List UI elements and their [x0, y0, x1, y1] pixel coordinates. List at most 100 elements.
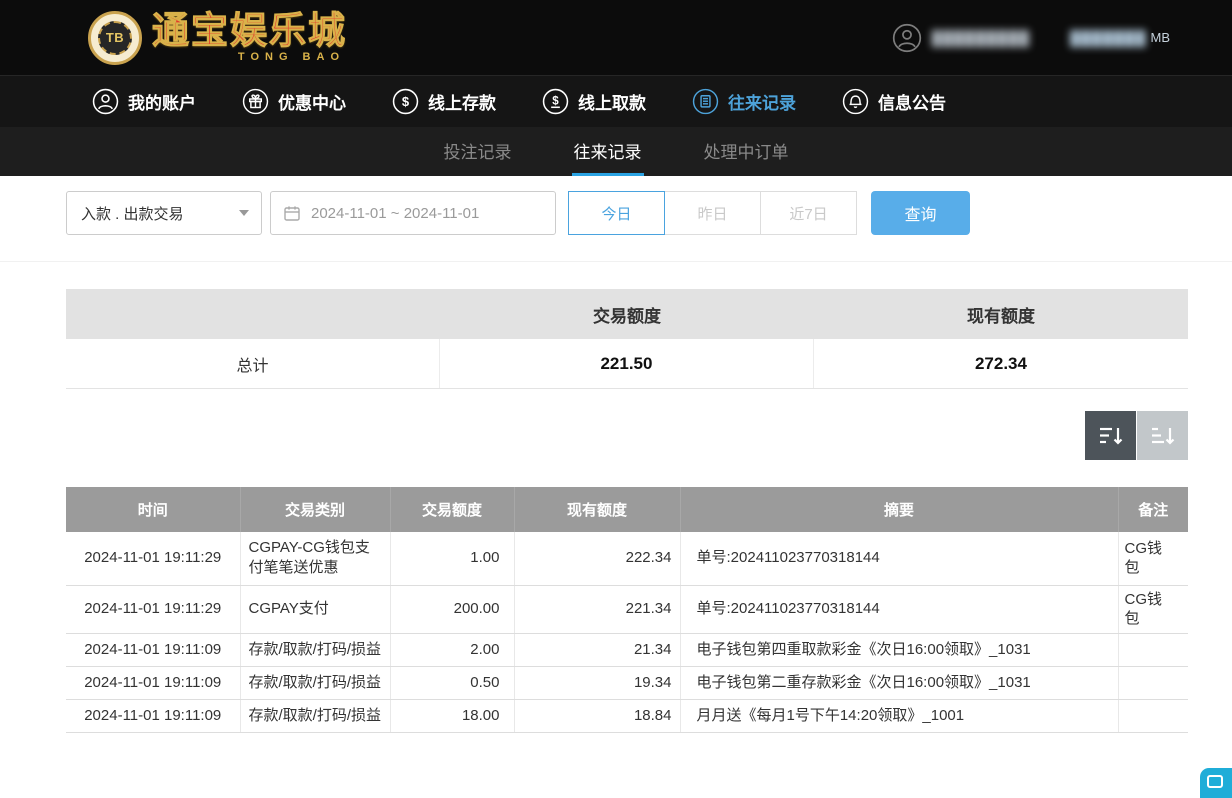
- summary-transaction-total: 221.50: [440, 339, 814, 388]
- table-row: 2024-11-01 19:11:29 CGPAY支付 200.00 221.3…: [66, 585, 1188, 633]
- cell-amount: 18.00: [390, 700, 514, 733]
- cell-note: [1118, 700, 1188, 733]
- cell-note: CG钱包: [1118, 532, 1188, 585]
- tab-bet-records[interactable]: 投注记录: [442, 127, 514, 176]
- redacted-username: █████████: [932, 30, 1030, 46]
- service-icon: [1207, 775, 1223, 788]
- cell-type: 存款/取款/打码/损益: [240, 666, 390, 699]
- table-row: 2024-11-01 19:11:09 存款/取款/打码/损益 0.50 19.…: [66, 666, 1188, 699]
- cell-summary: 月月送《每月1号下午14:20领取》_1001: [680, 700, 1118, 733]
- col-header-amount: 交易额度: [390, 487, 514, 532]
- brand-logo: TB 通宝娱乐城 TONG BAO: [88, 11, 347, 65]
- cell-summary: 单号:202411023770318144: [680, 585, 1118, 633]
- cell-summary: 电子钱包第四重取款彩金《次日16:00领取》_1031: [680, 633, 1118, 666]
- cell-amount: 1.00: [390, 532, 514, 585]
- summary-total-label: 总计: [66, 339, 440, 388]
- cell-summary: 电子钱包第二重存款彩金《次日16:00领取》_1031: [680, 666, 1118, 699]
- cell-note: [1118, 666, 1188, 699]
- svg-text:$: $: [402, 94, 410, 109]
- nav-item-online-withdraw[interactable]: $ 线上取款: [542, 88, 646, 115]
- summary-balance-total: 272.34: [814, 339, 1188, 388]
- cell-balance: 21.34: [514, 633, 680, 666]
- filter-bar: 入款 . 出款交易 2024-11-01 ~ 2024-11-01 今日 昨日 …: [66, 191, 1188, 235]
- nav-label: 线上取款: [578, 89, 646, 114]
- summary-header-balance: 现有额度: [814, 302, 1188, 327]
- casino-chip-icon: TB: [88, 11, 142, 65]
- calendar-icon: [283, 204, 301, 222]
- table-row: 2024-11-01 19:11:29 CGPAY-CG钱包支付笔笔送优惠 1.…: [66, 532, 1188, 585]
- page: TB 通宝娱乐城 TONG BAO █████████ ███████ MB: [0, 0, 1232, 798]
- nav-item-my-account[interactable]: 我的账户: [92, 88, 196, 115]
- sort-ascending-icon: [1150, 425, 1176, 447]
- user-icon: [92, 88, 119, 115]
- col-header-summary: 摘要: [680, 487, 1118, 532]
- quick-button-last7days[interactable]: 近7日: [760, 191, 857, 235]
- nav-label: 往来记录: [728, 89, 796, 114]
- gift-icon: [242, 88, 269, 115]
- cell-amount: 0.50: [390, 666, 514, 699]
- nav-item-transaction-records[interactable]: 往来记录: [692, 88, 796, 115]
- cell-type: 存款/取款/打码/损益: [240, 633, 390, 666]
- cell-time: 2024-11-01 19:11:09: [66, 666, 240, 699]
- nav-item-online-deposit[interactable]: $ 线上存款: [392, 88, 496, 115]
- summary-header-transaction: 交易额度: [440, 302, 814, 327]
- cell-time: 2024-11-01 19:11:29: [66, 532, 240, 585]
- cell-balance: 221.34: [514, 585, 680, 633]
- col-header-balance: 现有额度: [514, 487, 680, 532]
- floating-service-button[interactable]: [1200, 768, 1232, 798]
- cell-amount: 200.00: [390, 585, 514, 633]
- withdraw-icon: $: [542, 88, 569, 115]
- nav-item-announcements[interactable]: 信息公告: [842, 88, 946, 115]
- redacted-balance: ███████: [1070, 30, 1146, 46]
- cell-amount: 2.00: [390, 633, 514, 666]
- col-header-note: 备注: [1118, 487, 1188, 532]
- nav-item-promotions[interactable]: 优惠中心: [242, 88, 346, 115]
- sort-descending-button[interactable]: [1085, 411, 1136, 460]
- table-row: 2024-11-01 19:11:09 存款/取款/打码/损益 18.00 18…: [66, 700, 1188, 733]
- cell-summary: 单号:202411023770318144: [680, 532, 1118, 585]
- date-range-input[interactable]: 2024-11-01 ~ 2024-11-01: [270, 191, 556, 235]
- transaction-type-select[interactable]: 入款 . 出款交易: [66, 191, 262, 235]
- brand-name-cn: 通宝娱乐城: [152, 12, 347, 49]
- sort-descending-icon: [1098, 425, 1124, 447]
- sort-ascending-button[interactable]: [1137, 411, 1188, 460]
- nav-label: 信息公告: [878, 89, 946, 114]
- nav-label: 我的账户: [128, 89, 196, 114]
- quick-date-buttons: 今日 昨日 近7日: [568, 191, 857, 235]
- cell-balance: 19.34: [514, 666, 680, 699]
- summary-header-row: 交易额度 现有额度: [66, 289, 1188, 339]
- cell-time: 2024-11-01 19:11:09: [66, 633, 240, 666]
- cell-balance: 18.84: [514, 700, 680, 733]
- cell-time: 2024-11-01 19:11:09: [66, 700, 240, 733]
- brand-name-en: TONG BAO: [152, 51, 347, 63]
- tab-pending-orders[interactable]: 处理中订单: [702, 127, 791, 176]
- quick-button-today[interactable]: 今日: [568, 191, 665, 235]
- quick-button-yesterday[interactable]: 昨日: [664, 191, 761, 235]
- date-range-value: 2024-11-01 ~ 2024-11-01: [311, 205, 479, 222]
- col-header-time: 时间: [66, 487, 240, 532]
- nav-label: 线上存款: [428, 89, 496, 114]
- summary-total-row: 总计 221.50 272.34: [66, 339, 1188, 389]
- user-info-area: █████████ ███████ MB: [892, 23, 1170, 53]
- main-navigation: 我的账户 优惠中心 $ 线上存款 $: [0, 75, 1232, 127]
- deposit-icon: $: [392, 88, 419, 115]
- tab-transaction-records[interactable]: 往来记录: [572, 127, 644, 176]
- cell-balance: 222.34: [514, 532, 680, 585]
- cell-time: 2024-11-01 19:11:29: [66, 585, 240, 633]
- cell-type: CGPAY-CG钱包支付笔笔送优惠: [240, 532, 390, 585]
- summary-table: 交易额度 现有额度 总计 221.50 272.34: [66, 289, 1188, 389]
- svg-text:$: $: [552, 95, 559, 107]
- nav-label: 优惠中心: [278, 89, 346, 114]
- transactions-table: 时间 交易类别 交易额度 现有额度 摘要 备注 2024-11-01 19:11…: [66, 487, 1188, 733]
- chevron-down-icon: [239, 210, 249, 216]
- top-header: TB 通宝娱乐城 TONG BAO █████████ ███████ MB: [0, 0, 1232, 75]
- section-divider: [0, 261, 1232, 262]
- cell-type: 存款/取款/打码/损益: [240, 700, 390, 733]
- balance-unit-label: MB: [1151, 30, 1171, 45]
- table-header-row: 时间 交易类别 交易额度 现有额度 摘要 备注: [66, 487, 1188, 532]
- select-value: 入款 . 出款交易: [81, 203, 184, 224]
- sort-controls: [0, 411, 1188, 460]
- cell-type: CGPAY支付: [240, 585, 390, 633]
- search-button[interactable]: 查询: [871, 191, 970, 235]
- records-icon: [692, 88, 719, 115]
